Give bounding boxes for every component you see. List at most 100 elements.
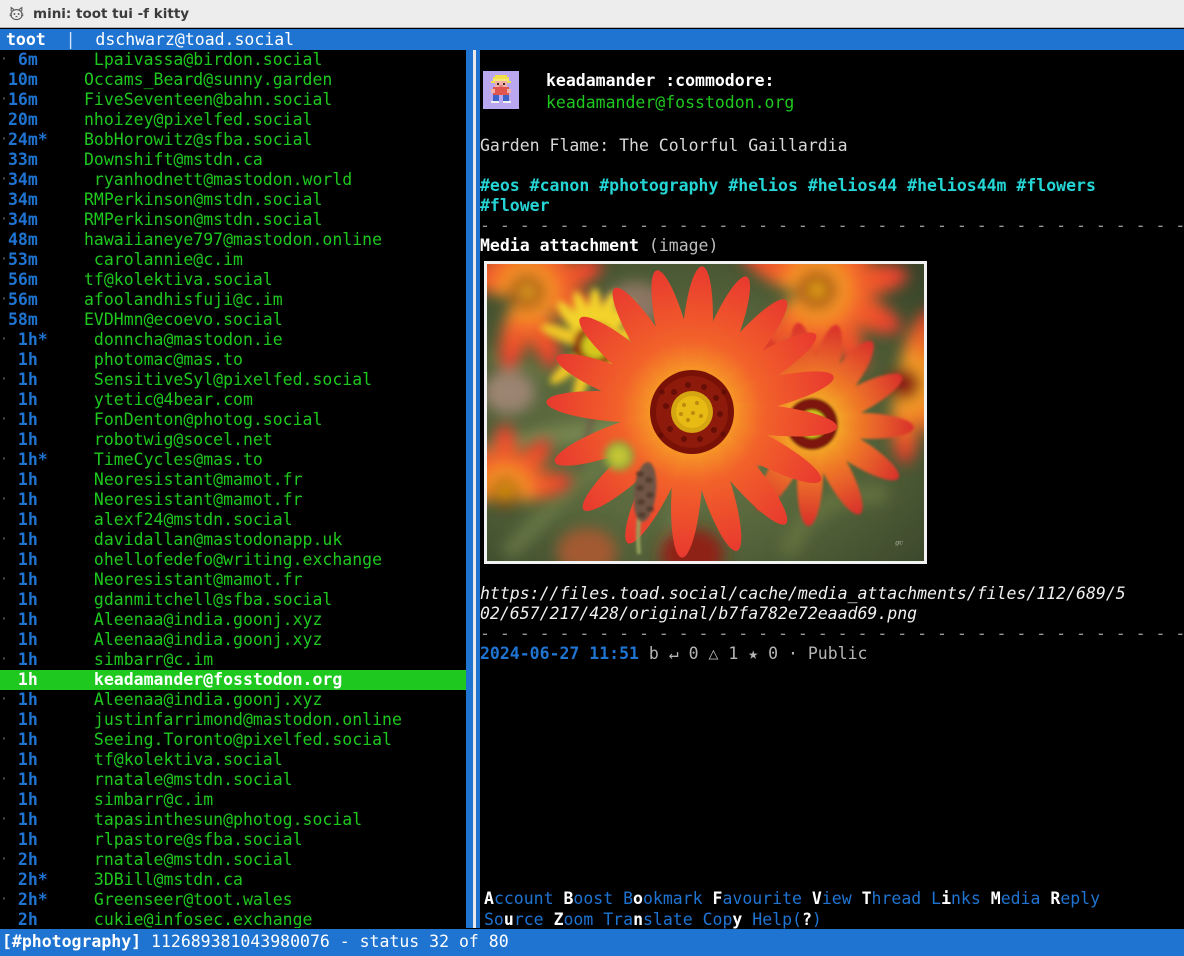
timeline-row[interactable]: · 1h Aleenaa@india.goonj.xyz [0, 610, 466, 630]
row-age-label: 2h* [8, 890, 84, 910]
row-account-label: simbarr@c.im [84, 650, 213, 669]
row-gutter-mark: · [0, 50, 8, 70]
timeline-row[interactable]: · 1h davidallan@mastodonapp.uk [0, 530, 466, 550]
timeline-row[interactable]: · 1h SensitiveSyl@pixelfed.social [0, 370, 466, 390]
timeline-row[interactable]: 33mDownshift@mstdn.ca [0, 150, 466, 170]
timeline-row[interactable]: 20mnhoizey@pixelfed.social [0, 110, 466, 130]
timeline-row[interactable]: 48mhawaiianeye797@mastodon.online [0, 230, 466, 250]
row-account-label: Greenseer@toot.wales [84, 890, 293, 909]
timeline-row[interactable]: · 1h* TimeCycles@mas.to [0, 450, 466, 470]
row-account-label: BobHorowitz@sfba.social [84, 130, 312, 149]
row-gutter-mark [0, 590, 8, 610]
status-hashtags-line-1[interactable]: #eos #canon #photography #helios #helios… [480, 176, 1184, 196]
timeline-row[interactable]: 34mRMPerkinson@mstdn.social [0, 190, 466, 210]
row-gutter-mark: · [0, 130, 8, 150]
timeline-row[interactable]: ·16mFiveSeventeen@bahn.social [0, 90, 466, 110]
row-gutter-mark [0, 550, 8, 570]
row-age-label: 1h [8, 690, 84, 710]
action-menu-item[interactable]: Boost [563, 889, 613, 908]
timeline-row[interactable]: · 2h* Greenseer@toot.wales [0, 890, 466, 910]
pane-divider-scrollbar[interactable] [466, 50, 480, 928]
timeline-row[interactable]: ·34mRMPerkinson@mstdn.social [0, 210, 466, 230]
row-gutter-mark [0, 630, 8, 650]
media-url-line-1[interactable]: https://files.toad.social/cache/media_at… [480, 584, 1184, 604]
timeline-row[interactable]: · 1h tapasinthesun@photog.social [0, 810, 466, 830]
timeline-row[interactable]: 1h tf@kolektiva.social [0, 750, 466, 770]
action-menu-item[interactable]: Thread [862, 889, 922, 908]
row-gutter-mark [0, 910, 8, 928]
row-gutter-mark: · [0, 650, 8, 670]
row-age-label: 56m [8, 270, 84, 290]
action-item-label: slate [643, 910, 693, 929]
timeline-row[interactable]: 1h simbarr@c.im [0, 790, 466, 810]
timeline-row[interactable]: 1h Aleenaa@india.goonj.xyz [0, 630, 466, 650]
timeline-row[interactable]: · 1h Seeing.Toronto@pixelfed.social [0, 730, 466, 750]
timeline-row[interactable]: 2h* 3DBill@mstdn.ca [0, 870, 466, 890]
timeline-row[interactable]: 1h rlpastore@sfba.social [0, 830, 466, 850]
action-menu-item[interactable]: Favourite [713, 889, 802, 908]
timeline-row[interactable]: ·53m carolannie@c.im [0, 250, 466, 270]
timeline-row[interactable]: 1h ohellofedefo@writing.exchange [0, 550, 466, 570]
timeline-row[interactable]: 1h Neoresistant@mamot.fr [0, 470, 466, 490]
action-menu-item[interactable]: Translate [603, 910, 692, 929]
timeline-row[interactable]: 58mEVDHmn@ecoevo.social [0, 310, 466, 330]
scrollbar-thumb[interactable] [473, 50, 476, 928]
row-account-label: davidallan@mastodonapp.uk [84, 530, 342, 549]
action-menu-item[interactable]: Reply [1050, 889, 1100, 908]
timeline-row[interactable]: 1h robotwig@socel.net [0, 430, 466, 450]
timeline-row[interactable]: 1h photomac@mas.to [0, 350, 466, 370]
timeline-row[interactable]: · 1h* donncha@mastodon.ie [0, 330, 466, 350]
timeline-row[interactable]: · 1h Neoresistant@mamot.fr [0, 490, 466, 510]
timeline-row[interactable]: 1h gdanmitchell@sfba.social [0, 590, 466, 610]
action-menu-item[interactable]: Account [484, 889, 554, 908]
status-body-text: Garden Flame: The Colorful Gaillardia [480, 136, 1184, 156]
row-gutter-mark [0, 110, 8, 130]
timeline-row[interactable]: ·56mafoolandhisfuji@c.im [0, 290, 466, 310]
timeline-row[interactable]: 1h justinfarrimond@mastodon.online [0, 710, 466, 730]
timeline-row[interactable]: ·24m*BobHorowitz@sfba.social [0, 130, 466, 150]
timeline-row[interactable]: · 6m Lpaivassa@birdon.social [0, 50, 466, 70]
timeline-row[interactable]: 1h alexf24@mstdn.social [0, 510, 466, 530]
timeline-row-selected[interactable]: 1h keadamander@fosstodon.org [0, 670, 466, 690]
action-menu-item[interactable]: View [812, 889, 852, 908]
action-menu-item[interactable]: Bookmark [623, 889, 702, 908]
action-menu-line-1[interactable]: Account Boost Bookmark Favourite View Th… [484, 888, 1184, 909]
action-menu-item[interactable]: Copy [703, 910, 743, 929]
row-gutter-mark: · [0, 530, 8, 550]
action-menu-item[interactable]: Zoom [554, 910, 594, 929]
timeline-row[interactable]: 10mOccams_Beard@sunny.garden [0, 70, 466, 90]
timeline-list[interactable]: · 6m Lpaivassa@birdon.social 10mOccams_B… [0, 50, 466, 928]
media-attachment-image[interactable]: ᵍᶜ [484, 261, 927, 564]
action-item-label: oom [564, 910, 594, 929]
timeline-row[interactable]: 56mtf@kolektiva.social [0, 270, 466, 290]
timeline-row[interactable]: · 1h Aleenaa@india.goonj.xyz [0, 690, 466, 710]
timeline-row[interactable]: 1h ytetic@4bear.com [0, 390, 466, 410]
timeline-row[interactable]: · 2h rnatale@mstdn.social [0, 850, 466, 870]
timeline-row[interactable]: · 1h simbarr@c.im [0, 650, 466, 670]
row-age-label: 1h* [8, 330, 84, 350]
timeline-row[interactable]: · 1h Neoresistant@mamot.fr [0, 570, 466, 590]
status-counters: b ↵ 0 △ 1 ★ 0 · Public [639, 644, 867, 663]
action-menu-line-2[interactable]: Source Zoom Translate Copy Help(?) [484, 909, 1184, 930]
row-age-label: 1h [8, 410, 84, 430]
action-item-separator [593, 910, 603, 929]
row-account-label: FonDenton@photog.social [84, 410, 322, 429]
action-menu-item[interactable]: Help(?) [752, 910, 822, 929]
gaillardia-photo: ᵍᶜ [487, 264, 924, 561]
spacer [480, 156, 1184, 176]
row-account-label: rlpastore@sfba.social [84, 830, 303, 849]
media-url-line-2[interactable]: 02/657/217/428/original/b7fa782e72eaad69… [480, 604, 1184, 624]
action-menu-item[interactable]: Links [931, 889, 981, 908]
timeline-row[interactable]: · 1h FonDenton@photog.social [0, 410, 466, 430]
timeline-row[interactable]: · 1h rnatale@mstdn.social [0, 770, 466, 790]
action-menu[interactable]: Account Boost Bookmark Favourite View Th… [484, 888, 1184, 930]
row-account-label: nhoizey@pixelfed.social [84, 110, 312, 129]
action-item-prefix: Tra [603, 910, 633, 929]
action-menu-item[interactable]: Source [484, 910, 544, 929]
status-hashtags-line-2[interactable]: #flower [480, 196, 1184, 216]
row-account-label: Occams_Beard@sunny.garden [84, 70, 332, 89]
action-item-prefix: So [484, 910, 504, 929]
timeline-row[interactable]: ·34m ryanhodnett@mastodon.world [0, 170, 466, 190]
action-menu-item[interactable]: Media [991, 889, 1041, 908]
timeline-row[interactable]: 2h cukie@infosec.exchange [0, 910, 466, 928]
